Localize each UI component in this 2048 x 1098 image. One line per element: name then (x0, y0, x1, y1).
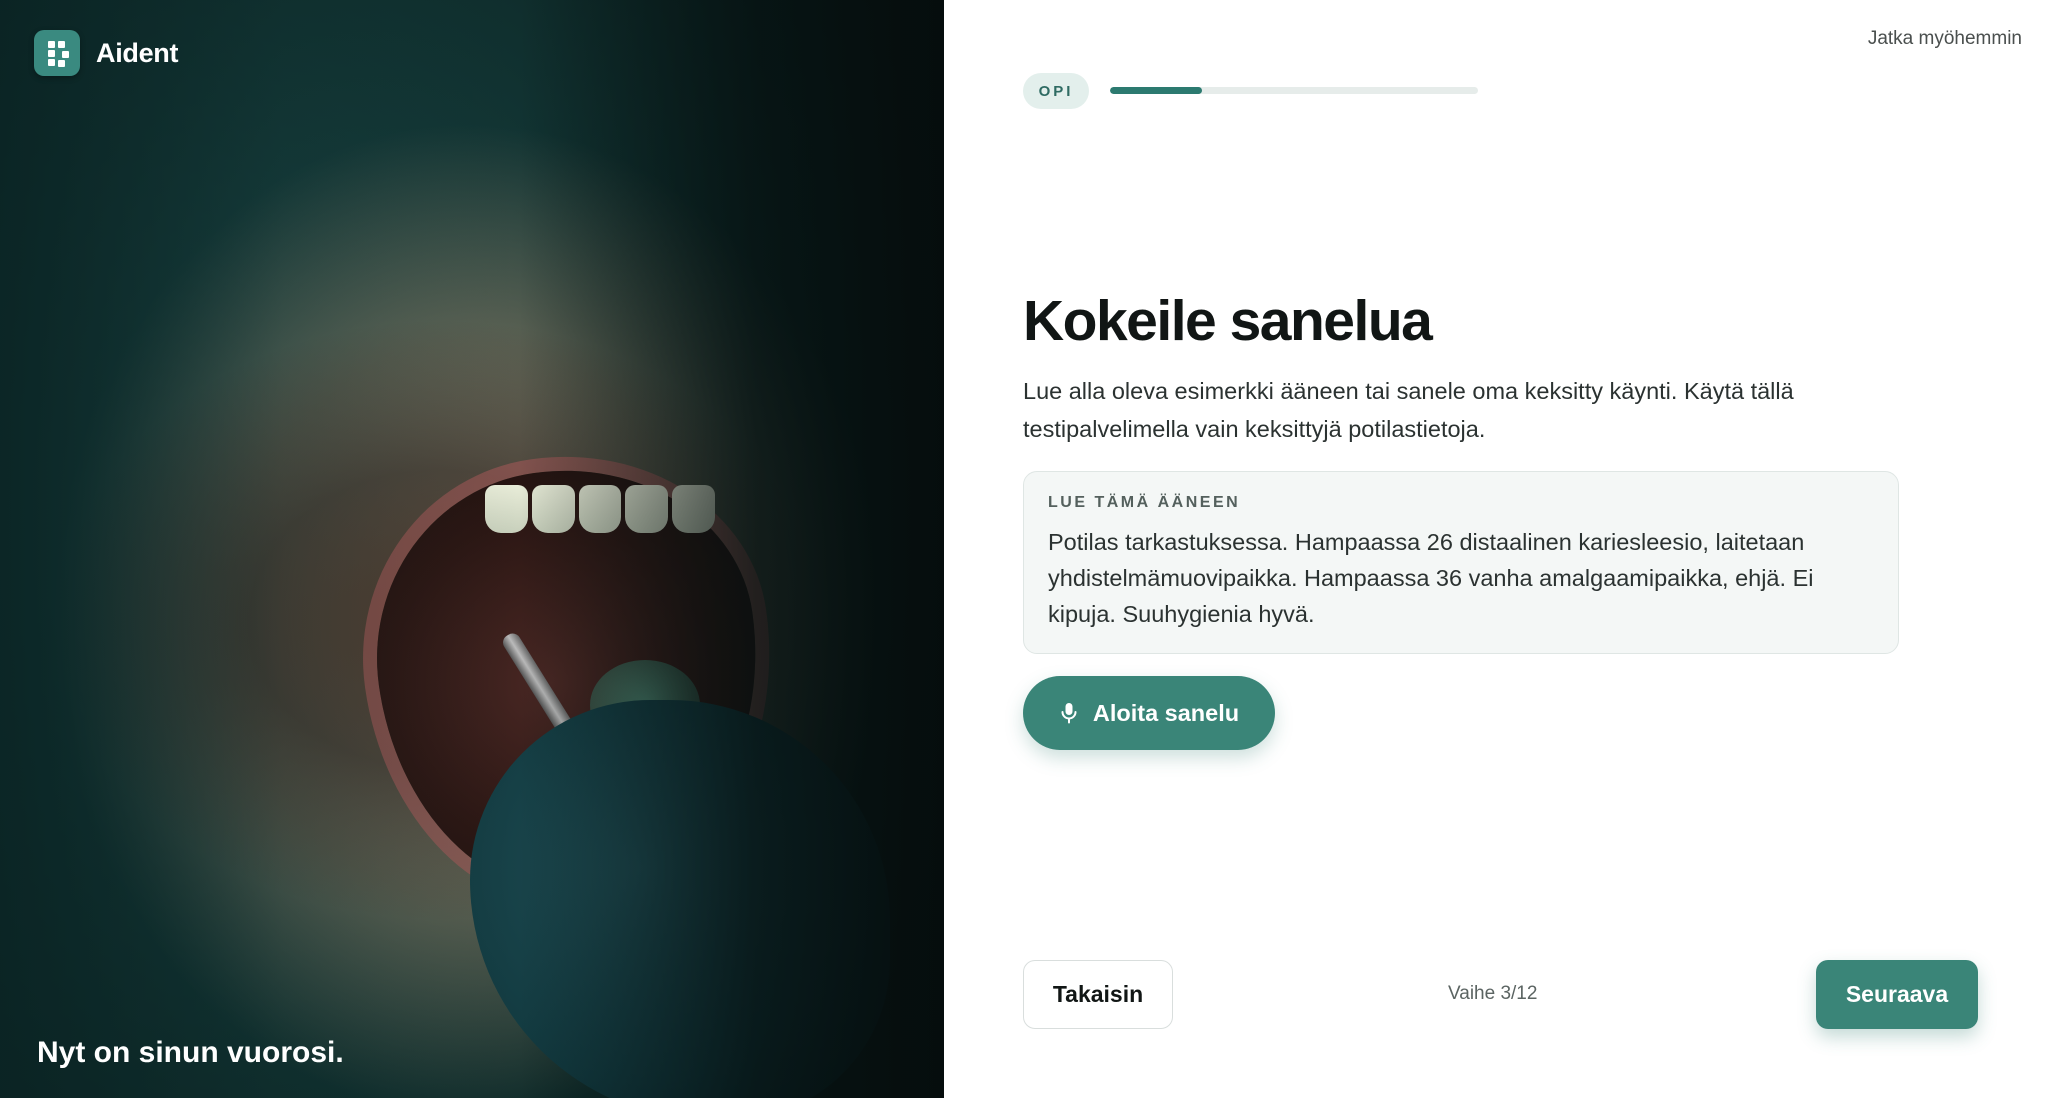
back-button[interactable]: Takaisin (1023, 960, 1173, 1029)
intro-text: Lue alla oleva esimerkki ääneen tai sane… (1023, 378, 1794, 442)
progress-bar-fill (1110, 87, 1202, 94)
hero-image-panel: Aident Nyt on sinun vuorosi. (0, 0, 944, 1098)
read-aloud-label: LUE TÄMÄ ÄÄNEEN (1048, 494, 1241, 511)
start-dictation-label: Aloita sanelu (1092, 699, 1240, 726)
page-title: Kokeile sanelua (1023, 289, 1433, 353)
microphone-icon (1061, 703, 1077, 724)
step-indicator: Vaihe 3/12 (1448, 983, 1538, 1004)
read-aloud-text: Potilas tarkastuksessa. Hampaassa 26 dis… (1048, 529, 1814, 627)
aident-logo-icon (34, 30, 80, 76)
content-panel: Jatka myöhemmin OPI Kokeile sanelua Lue … (944, 0, 2048, 1098)
read-aloud-box: LUE TÄMÄ ÄÄNEEN Potilas tarkastuksessa. … (1023, 471, 1899, 654)
stage-badge: OPI (1023, 73, 1089, 109)
hero-caption: Nyt on sinun vuorosi. (37, 1036, 344, 1069)
brand-logo: Aident (34, 30, 179, 76)
onboarding-page: Aident Nyt on sinun vuorosi. Jatka myöhe… (0, 0, 2048, 1098)
next-button[interactable]: Seuraava (1816, 960, 1978, 1029)
continue-later-link[interactable]: Jatka myöhemmin (1868, 28, 2022, 50)
brand-name: Aident (96, 37, 179, 68)
start-dictation-button[interactable]: Aloita sanelu (1023, 676, 1275, 750)
progress-bar (1110, 87, 1478, 94)
